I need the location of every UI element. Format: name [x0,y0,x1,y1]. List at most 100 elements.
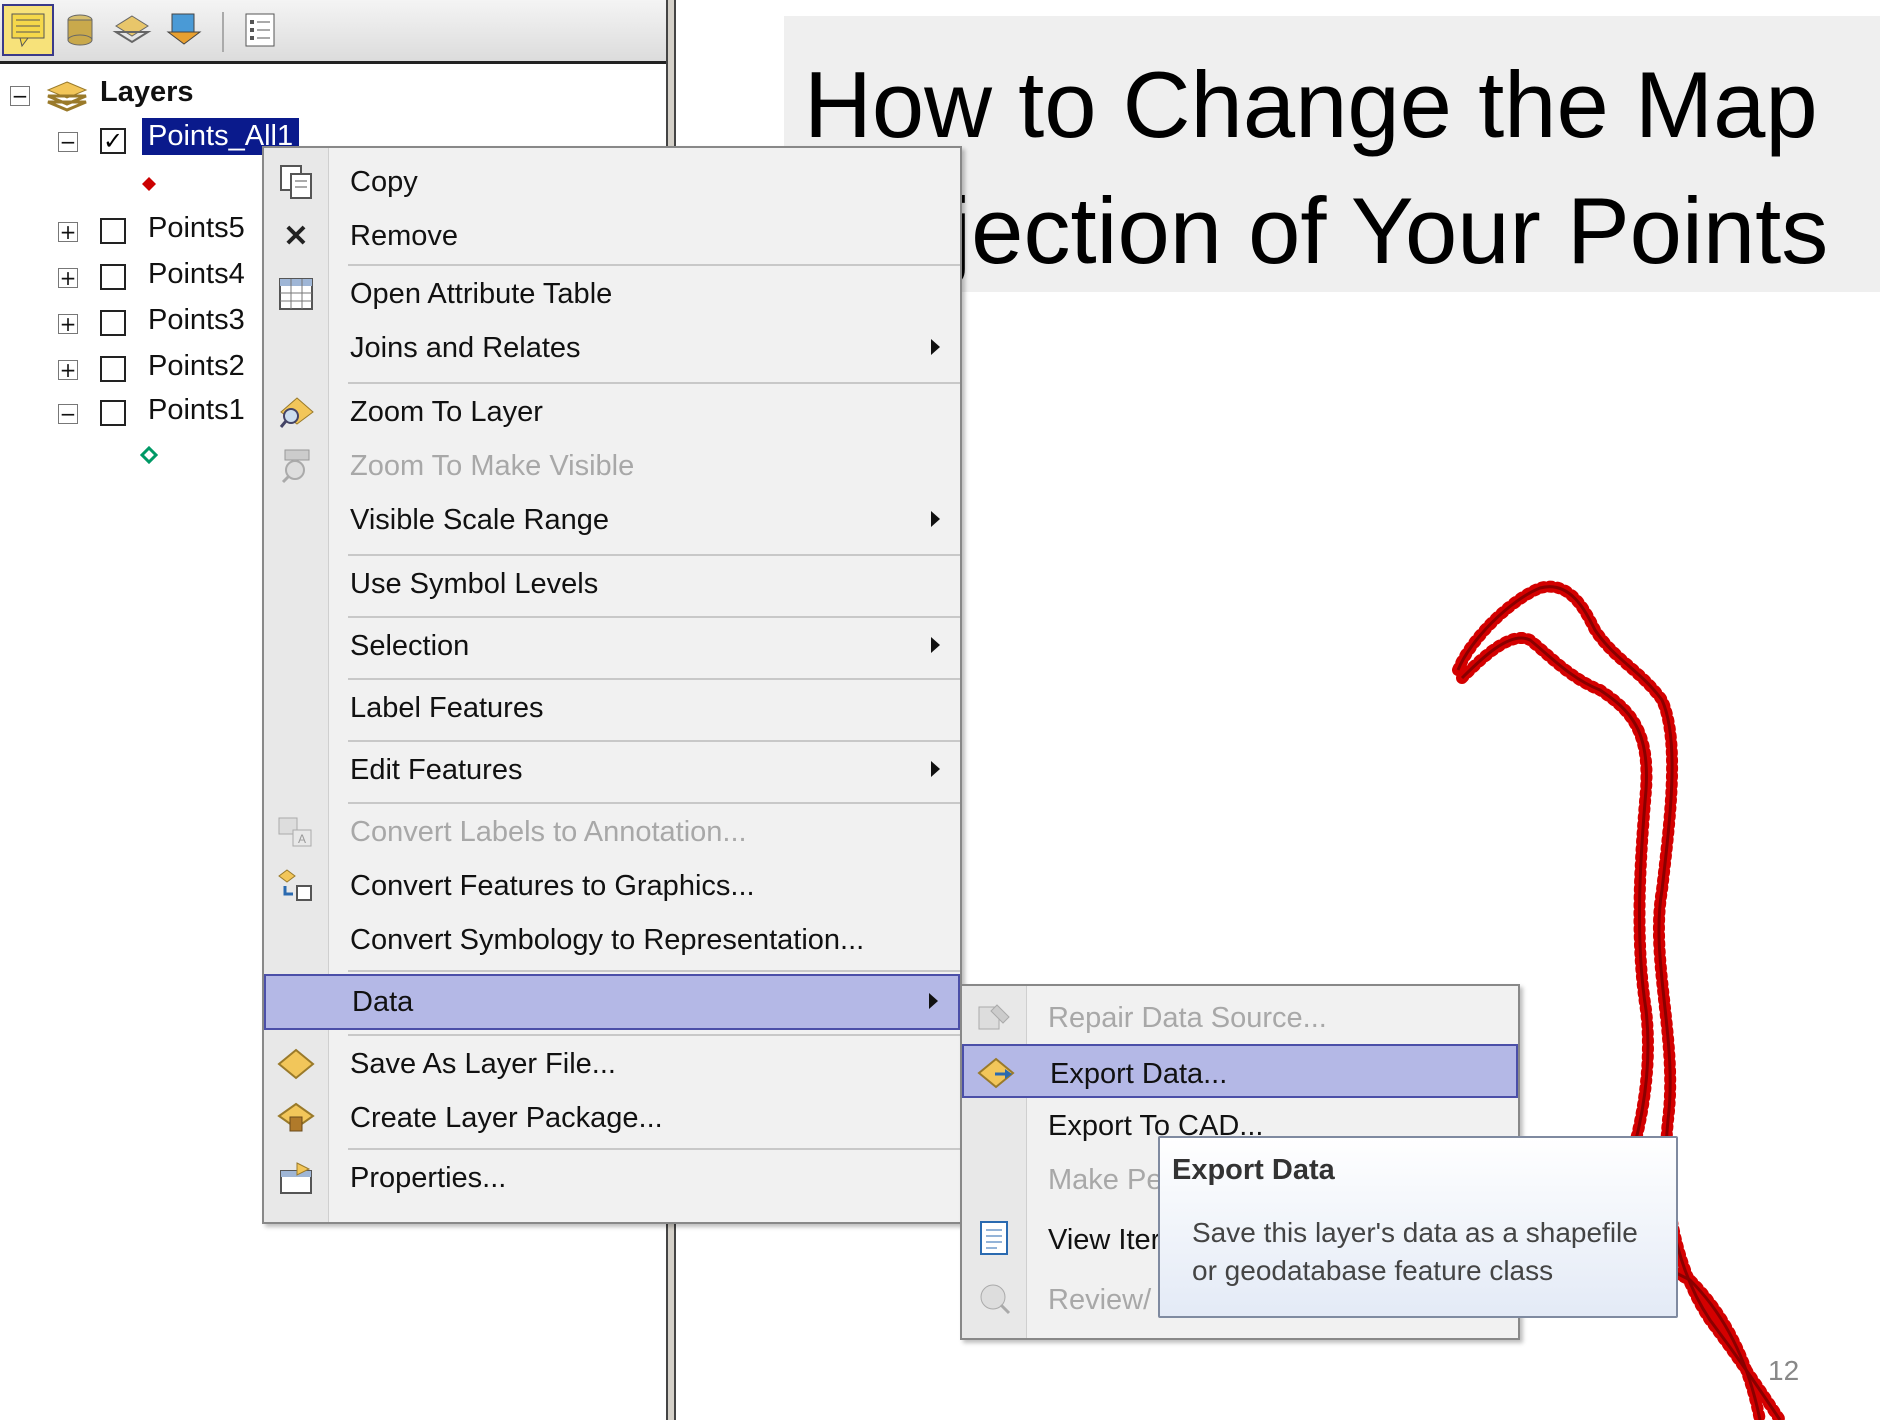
export-data-tooltip: Export Data Save this layer's data as a … [1158,1136,1678,1318]
submenu-arrow-icon [931,339,940,355]
tooltip-title: Export Data [1172,1154,1335,1186]
view-item-icon [974,1220,1014,1258]
menu-separator [348,616,960,618]
zoom-visible-icon [276,448,316,484]
layers-icon [46,81,88,112]
visible-scale-range-label: Visible Scale Range [350,504,610,536]
zoom-to-layer-icon [276,394,316,430]
make-permanent-label: Make Pe [1048,1164,1163,1196]
create-layer-package-label: Create Layer Package... [350,1102,663,1134]
options-button[interactable] [234,4,286,56]
collapse-points1-toggle[interactable]: − [58,404,78,424]
submenu-item-export-data[interactable]: Export Data... [962,1044,1518,1098]
menu-item-data[interactable]: Data [264,974,960,1030]
list-by-selection-button[interactable] [158,4,210,56]
menu-item-convert-labels-to-annotation[interactable]: A Convert Labels to Annotation... [264,806,960,858]
layers-visibility-icon [112,15,152,44]
points-all1-checkbox[interactable]: ✓ [100,128,126,154]
menu-item-visible-scale-range[interactable]: Visible Scale Range [264,494,960,546]
layers-root-label[interactable]: Layers [100,76,194,109]
layer-package-icon [276,1100,316,1136]
convert-features-icon [276,868,316,904]
view-item-description-label: View Iter [1048,1224,1161,1256]
menu-separator [348,678,960,680]
repair-data-source-label: Repair Data Source... [1048,1002,1327,1034]
menu-separator [348,264,960,266]
expand-points5-toggle[interactable]: + [58,222,78,242]
menu-item-open-attribute-table[interactable]: Open Attribute Table [264,268,960,320]
points5-checkbox[interactable] [100,218,126,244]
menu-separator [348,1148,960,1150]
submenu-item-repair-data-source[interactable]: Repair Data Source... [962,990,1518,1044]
layer-points1-label[interactable]: Points1 [148,394,245,427]
joins-and-relates-label: Joins and Relates [350,332,581,364]
list-by-drawing-order-button[interactable] [2,4,54,56]
menu-item-selection[interactable]: Selection [264,620,960,672]
export-data-icon [976,1054,1016,1092]
points3-checkbox[interactable] [100,310,126,336]
menu-item-save-as-layer-file[interactable]: Save As Layer File... [264,1038,960,1090]
selection-label: Selection [350,630,470,662]
points-all1-symbol-icon [142,177,156,191]
review-rematch-label: Review/ [1048,1284,1152,1316]
properties-label: Properties... [350,1162,507,1194]
submenu-arrow-icon [931,637,940,653]
options-list-icon [245,13,275,47]
collapse-layers-toggle[interactable]: − [10,86,30,106]
menu-item-copy[interactable]: Copy [264,156,960,208]
save-as-layer-file-label: Save As Layer File... [350,1048,616,1080]
list-by-source-button[interactable] [54,4,106,56]
menu-item-use-symbol-levels[interactable]: Use Symbol Levels [264,558,960,610]
convert-labels-icon: A [276,814,316,850]
open-attribute-table-label: Open Attribute Table [350,278,613,310]
database-icon [67,14,93,46]
convert-features-to-graphics-label: Convert Features to Graphics... [350,870,755,902]
menu-item-remove[interactable]: ✕ Remove [264,210,960,262]
list-by-visibility-button[interactable] [106,4,158,56]
convert-labels-to-annotation-label: Convert Labels to Annotation... [350,816,747,848]
repair-icon [974,998,1014,1036]
submenu-arrow-icon [931,511,940,527]
menu-item-label-features[interactable]: Label Features [264,682,960,734]
toc-toolbar [0,0,666,64]
layer-points3-label[interactable]: Points3 [148,304,245,337]
save-layer-icon [276,1046,316,1082]
menu-item-zoom-to-layer[interactable]: Zoom To Layer [264,386,960,438]
menu-separator [348,554,960,556]
layer-points5-label[interactable]: Points5 [148,212,245,245]
data-label: Data [352,986,414,1018]
use-symbol-levels-label: Use Symbol Levels [350,568,599,600]
tooltip-body: Save this layer's data as a shapefile or… [1192,1217,1638,1286]
slide-page-number: 12 [1768,1355,1800,1386]
toolbar-separator [222,12,224,52]
expand-points2-toggle[interactable]: + [58,360,78,380]
menu-item-zoom-to-make-visible[interactable]: Zoom To Make Visible [264,440,960,492]
properties-icon [276,1160,316,1196]
layer-context-menu: Copy ✕ Remove Open Attribute Table Joins… [262,146,962,1224]
export-data-label: Export Data... [1050,1058,1228,1090]
edit-features-label: Edit Features [350,754,523,786]
layer-points2-label[interactable]: Points2 [148,350,245,383]
points1-checkbox[interactable] [100,400,126,426]
label-features-label: Label Features [350,692,544,724]
menu-item-convert-symbology-to-representation[interactable]: Convert Symbology to Representation... [264,914,960,966]
expand-points4-toggle[interactable]: + [58,268,78,288]
menu-item-joins-and-relates[interactable]: Joins and Relates [264,322,960,374]
menu-item-properties[interactable]: Properties... [264,1152,960,1204]
points4-checkbox[interactable] [100,264,126,290]
convert-symbology-label: Convert Symbology to Representation... [350,924,865,956]
layer-points4-label[interactable]: Points4 [148,258,245,291]
points1-symbol-icon [140,446,158,464]
zoom-to-make-visible-label: Zoom To Make Visible [350,450,635,482]
menu-item-convert-features-to-graphics[interactable]: Convert Features to Graphics... [264,860,960,912]
menu-item-edit-features[interactable]: Edit Features [264,744,960,796]
points2-checkbox[interactable] [100,356,126,382]
list-by-drawing-order-icon [11,13,45,48]
collapse-points-all1-toggle[interactable]: − [58,132,78,152]
svg-text:A: A [298,832,306,846]
zoom-to-layer-label: Zoom To Layer [350,396,543,428]
menu-separator [348,1034,960,1036]
menu-item-create-layer-package[interactable]: Create Layer Package... [264,1092,960,1144]
expand-points3-toggle[interactable]: + [58,314,78,334]
review-icon [974,1280,1014,1318]
